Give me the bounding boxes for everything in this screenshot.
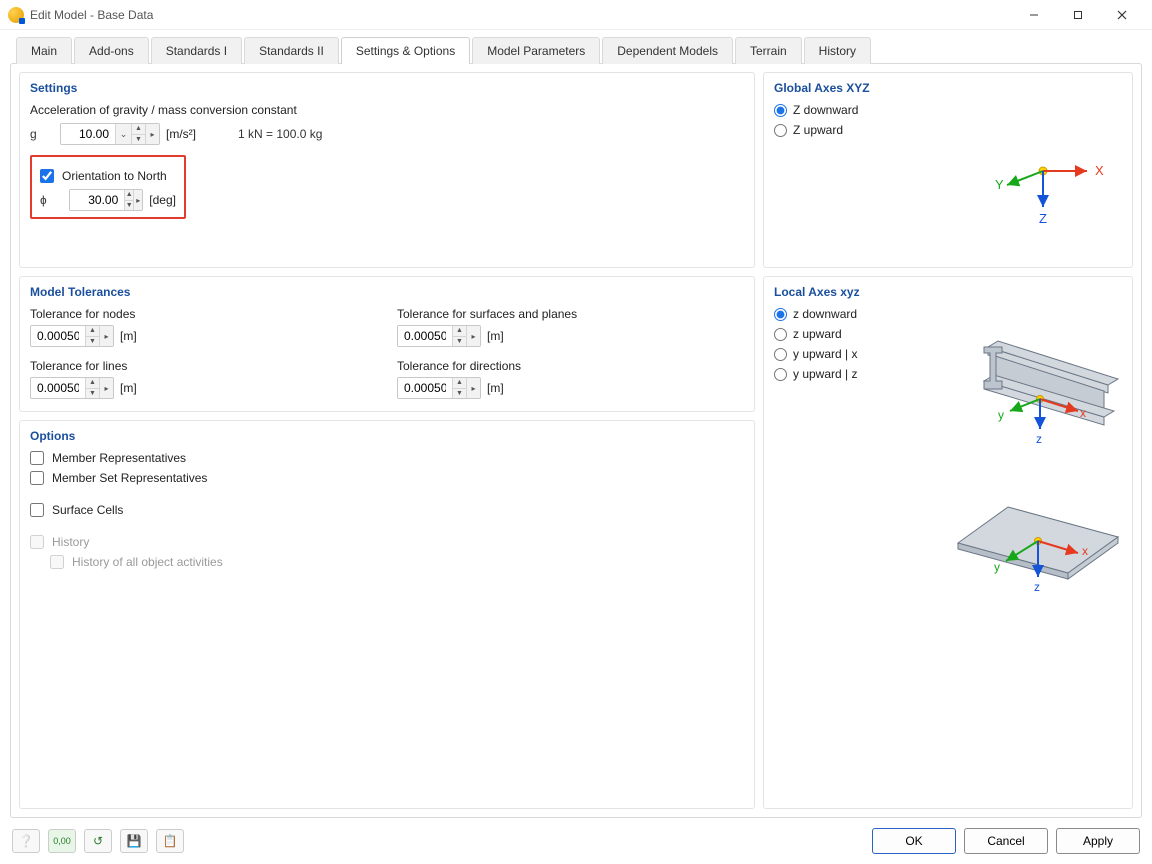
tol-lines-field[interactable] [31, 378, 85, 398]
phi-input[interactable]: ▲▼ ▸ [69, 189, 143, 211]
tol-directions-label: Tolerance for directions [397, 359, 744, 373]
ok-button[interactable]: OK [872, 828, 956, 854]
memberset-reps-checkbox[interactable] [30, 471, 44, 485]
tol-surfaces-unit: [m] [487, 329, 504, 343]
svg-text:Y: Y [995, 177, 1004, 192]
local-axes-plate-diagram: x y z [778, 487, 1128, 637]
memberset-reps-label: Member Set Representatives [52, 471, 207, 485]
global-z-up-label: Z upward [793, 123, 843, 137]
g-input[interactable]: ⌄ ▲▼ ▸ [60, 123, 160, 145]
global-z-down-label: Z downward [793, 103, 858, 117]
g-field[interactable] [61, 124, 115, 144]
history-all-checkbox [50, 555, 64, 569]
tab-addons[interactable]: Add-ons [74, 37, 149, 64]
g-symbol: g [30, 127, 42, 141]
phi-spin-down[interactable]: ▼ [125, 201, 133, 211]
svg-text:x: x [1080, 406, 1086, 420]
svg-text:y: y [998, 408, 1004, 422]
svg-text:X: X [1095, 163, 1104, 178]
phi-unit: [deg] [149, 193, 176, 207]
tab-history[interactable]: History [804, 37, 871, 64]
tolerances-title: Model Tolerances [30, 285, 744, 299]
panel-settings: Settings Acceleration of gravity / mass … [19, 72, 755, 268]
tol-nodes-unit: [m] [120, 329, 137, 343]
svg-text:y: y [994, 560, 1000, 574]
titlebar: Edit Model - Base Data [0, 0, 1152, 30]
tol-surfaces-label: Tolerance for surfaces and planes [397, 307, 744, 321]
orientation-checkbox[interactable] [40, 169, 54, 183]
apply-button[interactable]: Apply [1056, 828, 1140, 854]
tab-bar: Main Add-ons Standards I Standards II Se… [10, 36, 1142, 63]
tab-settings-options[interactable]: Settings & Options [341, 37, 470, 64]
tab-dependent-models[interactable]: Dependent Models [602, 37, 733, 64]
tol-nodes-field[interactable] [31, 326, 85, 346]
member-reps-checkbox[interactable] [30, 451, 44, 465]
tol-directions-field[interactable] [398, 378, 452, 398]
panel-options: Options Member Representatives Member Se… [19, 420, 755, 809]
clipboard-icon[interactable]: 📋 [156, 829, 184, 853]
tol-nodes-input[interactable]: ▲▼ ▸ [30, 325, 114, 347]
app-icon [8, 7, 24, 23]
window-title: Edit Model - Base Data [30, 8, 153, 22]
settings-title: Settings [30, 81, 744, 95]
history-all-label: History of all object activities [72, 555, 223, 569]
history-label: History [52, 535, 89, 549]
phi-field[interactable] [70, 190, 124, 210]
surface-cells-checkbox[interactable] [30, 503, 44, 517]
g-hint: 1 kN = 100.0 kg [238, 127, 322, 141]
tab-standards-1[interactable]: Standards I [151, 37, 242, 64]
tol-lines-input[interactable]: ▲▼ ▸ [30, 377, 114, 399]
cancel-button[interactable]: Cancel [964, 828, 1048, 854]
tol-lines-unit: [m] [120, 381, 137, 395]
phi-arrow-icon[interactable]: ▸ [133, 190, 142, 210]
close-button[interactable] [1100, 1, 1144, 29]
help-icon[interactable]: ❔ [12, 829, 40, 853]
svg-text:z: z [1036, 432, 1042, 446]
g-dropdown-icon[interactable]: ⌄ [115, 124, 131, 144]
global-z-up-radio[interactable] [774, 124, 787, 137]
tol-surfaces-field[interactable] [398, 326, 452, 346]
gravity-label: Acceleration of gravity / mass conversio… [30, 103, 744, 117]
panel-local-axes: Local Axes xyz z downward z upward y upw… [763, 276, 1133, 809]
panel-tolerances: Model Tolerances Tolerance for nodes ▲▼ … [19, 276, 755, 412]
save-default-icon[interactable]: 💾 [120, 829, 148, 853]
tol-lines-label: Tolerance for lines [30, 359, 377, 373]
g-spin-up[interactable]: ▲ [132, 124, 145, 135]
surface-cells-label: Surface Cells [52, 503, 123, 517]
svg-text:Z: Z [1039, 211, 1047, 226]
tab-terrain[interactable]: Terrain [735, 37, 802, 64]
units-icon[interactable]: 0,00 [48, 829, 76, 853]
tol-nodes-label: Tolerance for nodes [30, 307, 377, 321]
tab-main[interactable]: Main [16, 37, 72, 64]
phi-spin-up[interactable]: ▲ [125, 190, 133, 201]
member-reps-label: Member Representatives [52, 451, 186, 465]
tol-surfaces-input[interactable]: ▲▼ ▸ [397, 325, 481, 347]
tol-directions-input[interactable]: ▲▼ ▸ [397, 377, 481, 399]
tab-standards-2[interactable]: Standards II [244, 37, 339, 64]
history-checkbox [30, 535, 44, 549]
global-axes-diagram: X Y Z [783, 143, 1113, 243]
orientation-highlight: Orientation to North ɸ ▲▼ ▸ [deg] [30, 155, 186, 219]
global-z-down-radio[interactable] [774, 104, 787, 117]
maximize-button[interactable] [1056, 1, 1100, 29]
orientation-label: Orientation to North [62, 169, 167, 183]
footer: ❔ 0,00 ↺ 💾 📋 OK Cancel Apply [10, 818, 1142, 864]
local-axes-title: Local Axes xyz [774, 285, 1122, 299]
svg-text:z: z [1034, 580, 1040, 594]
tab-model-parameters[interactable]: Model Parameters [472, 37, 600, 64]
reset-icon[interactable]: ↺ [84, 829, 112, 853]
g-unit: [m/s²] [166, 127, 196, 141]
g-spin-down[interactable]: ▼ [132, 135, 145, 145]
minimize-button[interactable] [1012, 1, 1056, 29]
tol-directions-unit: [m] [487, 381, 504, 395]
phi-symbol: ɸ [40, 193, 52, 207]
svg-text:x: x [1082, 544, 1088, 558]
local-axes-beam-diagram: x y z [778, 317, 1128, 457]
g-arrow-icon[interactable]: ▸ [145, 124, 159, 144]
options-title: Options [30, 429, 744, 443]
panel-global-axes: Global Axes XYZ Z downward Z upward [763, 72, 1133, 268]
global-axes-title: Global Axes XYZ [774, 81, 1122, 95]
